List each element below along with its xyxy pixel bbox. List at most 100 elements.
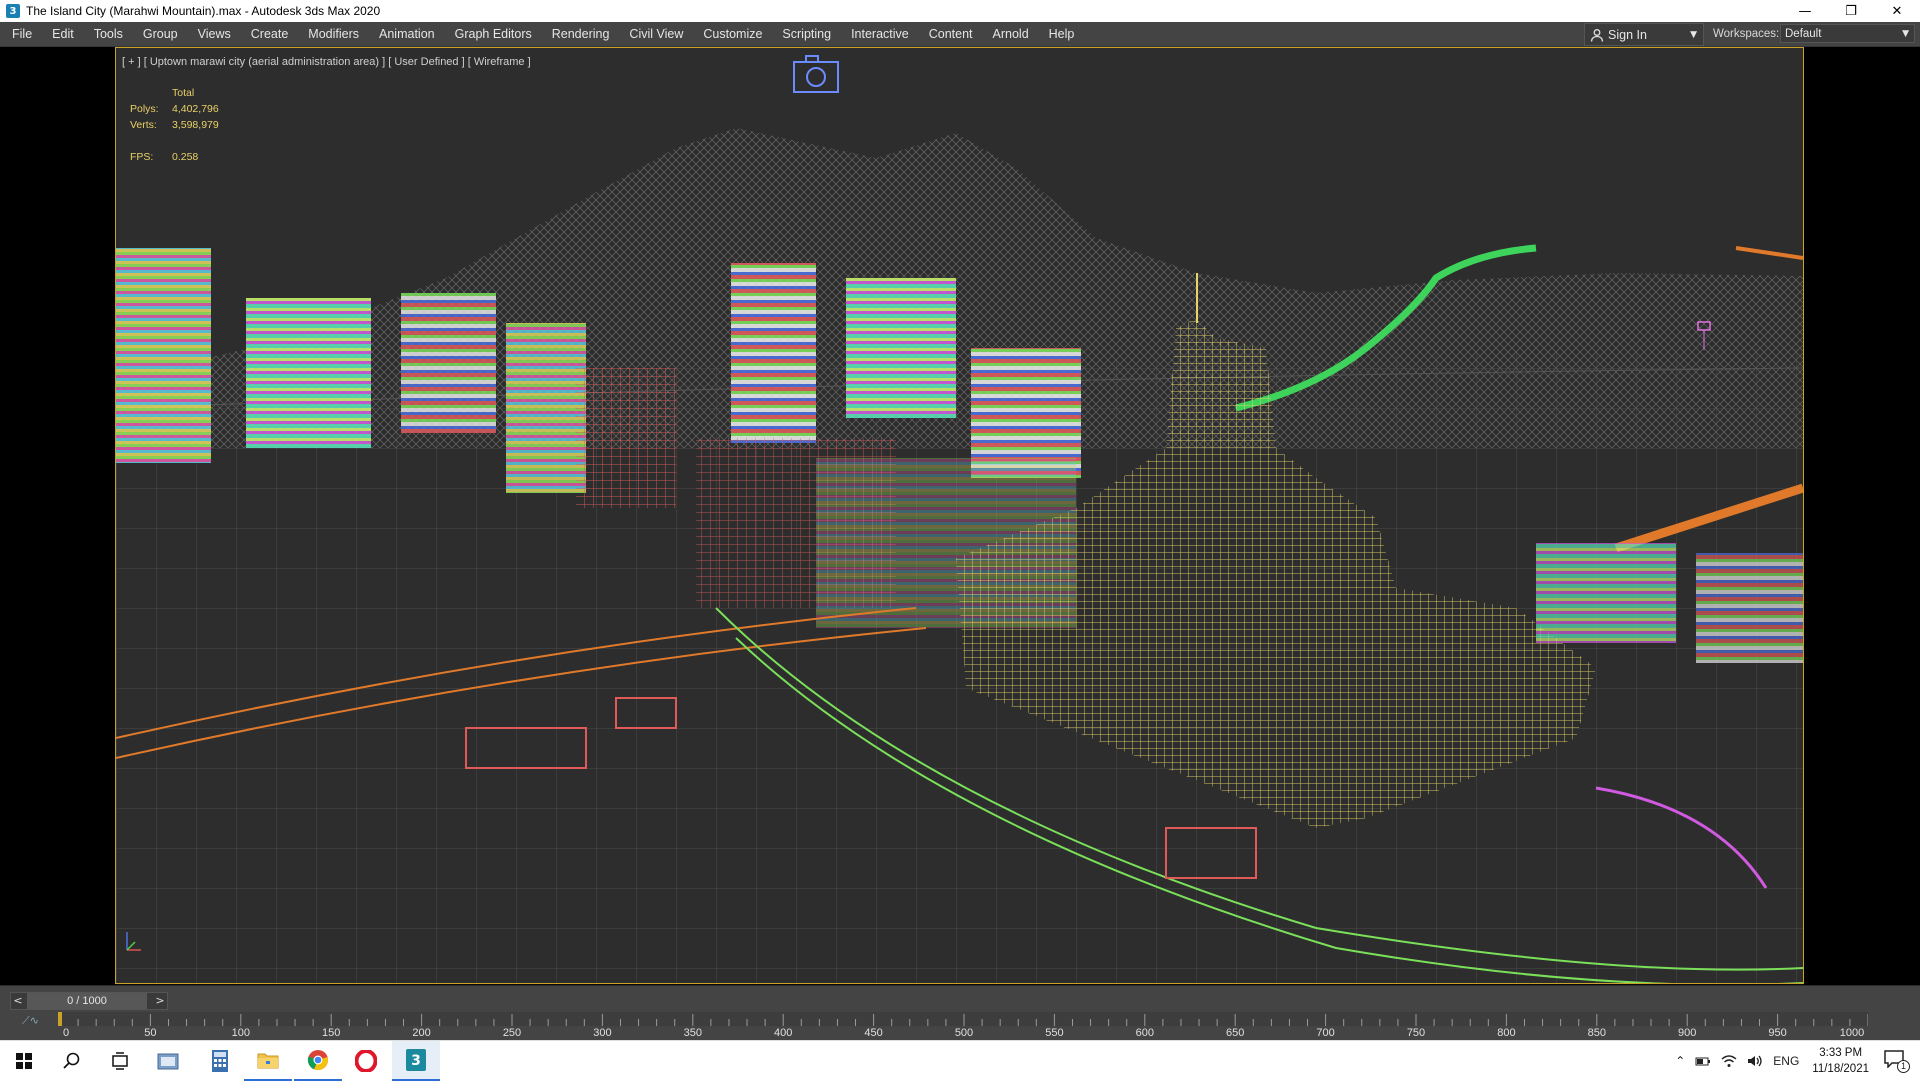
battery-icon[interactable]	[1695, 1055, 1711, 1067]
timeline-tick-label: 350	[684, 1027, 702, 1038]
3dsmax-app-icon[interactable]: 3	[6, 4, 20, 18]
menu-scripting[interactable]: Scripting	[772, 22, 841, 46]
timeline-tick-label: 800	[1497, 1027, 1515, 1038]
close-button[interactable]: ✕	[1874, 0, 1920, 22]
chevron-up-icon[interactable]: ⌃	[1675, 1054, 1685, 1068]
taskbar-app-chrome[interactable]	[294, 1041, 342, 1081]
left-panel	[0, 47, 115, 985]
polys-value: 4,402,796	[172, 103, 219, 115]
menu-edit[interactable]: Edit	[42, 22, 84, 46]
menu-create[interactable]: Create	[241, 22, 299, 46]
menu-content[interactable]: Content	[919, 22, 983, 46]
axis-tripod-icon	[126, 932, 141, 951]
main-area: [ + ] [ Uptown marawi city (aerial admin…	[0, 47, 1920, 985]
file-manager-icon	[157, 1053, 179, 1070]
perspective-viewport[interactable]: [ + ] [ Uptown marawi city (aerial admin…	[115, 47, 1804, 984]
notification-count: 1	[1896, 1060, 1910, 1073]
menu-civil-view[interactable]: Civil View	[619, 22, 693, 46]
right-panel	[1804, 47, 1920, 985]
timeline-panel: < 0 / 1000 > ⟋∿ 0 50 100 150 200 250 300 350 400…	[0, 986, 1920, 1040]
timeline-tick-label: 700	[1316, 1027, 1334, 1038]
restore-button[interactable]: ❐	[1828, 0, 1874, 22]
timeline-tick-label: 650	[1226, 1027, 1244, 1038]
sign-in-label: Sign In	[1608, 27, 1647, 42]
chrome-icon	[307, 1050, 328, 1071]
curve-editor-icon[interactable]: ⟋∿	[22, 1014, 39, 1028]
svg-text:3: 3	[411, 1053, 421, 1069]
current-frame-marker[interactable]	[58, 1012, 62, 1026]
timeline-tick-label: 500	[955, 1027, 973, 1038]
timeline-tick-label: 100	[232, 1027, 250, 1038]
file-explorer-icon	[257, 1053, 279, 1069]
menu-views[interactable]: Views	[188, 22, 241, 46]
timeline-tick-label: 300	[593, 1027, 611, 1038]
task-view-icon	[112, 1052, 128, 1070]
taskbar-app-calculator[interactable]	[196, 1041, 244, 1081]
search-icon	[63, 1052, 80, 1069]
menu-modifiers[interactable]: Modifiers	[298, 22, 369, 46]
3dsmax-icon: 3	[406, 1049, 426, 1071]
volume-icon[interactable]	[1747, 1054, 1763, 1068]
timeline-tick-label: 200	[412, 1027, 430, 1038]
menu-tools[interactable]: Tools	[84, 22, 133, 46]
time-slider-next-button[interactable]: >	[153, 993, 167, 1009]
verts-value: 3,598,979	[172, 119, 219, 131]
user-icon	[1590, 28, 1604, 42]
taskbar-app-file-manager[interactable]	[144, 1041, 192, 1081]
menu-interactive[interactable]: Interactive	[841, 22, 919, 46]
workspaces-value: Default	[1785, 28, 1822, 40]
wifi-icon[interactable]	[1721, 1054, 1737, 1068]
title-bar: 3 The Island City (Marahwi Mountain).max…	[0, 0, 1920, 22]
input-language[interactable]: ENG	[1773, 1054, 1799, 1068]
chevron-down-icon: ▼	[1902, 29, 1909, 39]
chevron-down-icon: ▼	[1690, 29, 1697, 40]
start-icon	[16, 1053, 32, 1069]
minimize-button[interactable]: —	[1782, 0, 1828, 22]
taskbar-app-3dsmax[interactable]: 3	[392, 1041, 440, 1081]
menu-file[interactable]: File	[0, 22, 42, 46]
menu-graph-editors[interactable]: Graph Editors	[445, 22, 542, 46]
task-view-button[interactable]	[96, 1041, 144, 1081]
stats-header: Total	[172, 87, 195, 99]
time-slider[interactable]: < 0 / 1000 >	[10, 992, 168, 1010]
menu-bar: File Edit Tools Group Views Create Modif…	[0, 22, 1920, 47]
menu-animation[interactable]: Animation	[369, 22, 445, 46]
timeline-tick-label: 250	[503, 1027, 521, 1038]
time-slider-prev-button[interactable]: <	[11, 993, 25, 1009]
menu-arnold[interactable]: Arnold	[983, 22, 1039, 46]
track-bar[interactable]: 0 50 100 150 200 250 300 350 400 450 500 550 600 650 7…	[60, 1012, 1868, 1038]
sign-in-button[interactable]: Sign In ▼	[1584, 23, 1704, 46]
workspaces-label: Workspaces:	[1713, 28, 1780, 40]
start-button[interactable]	[0, 1041, 48, 1081]
time-slider-thumb[interactable]: 0 / 1000	[27, 993, 147, 1009]
menu-customize[interactable]: Customize	[693, 22, 772, 46]
timeline-tick-label: 0	[63, 1027, 69, 1038]
menu-group[interactable]: Group	[133, 22, 188, 46]
timeline-tick-label: 1000	[1840, 1027, 1864, 1038]
menu-rendering[interactable]: Rendering	[542, 22, 620, 46]
timeline-tick-label: 150	[322, 1027, 340, 1038]
taskbar-app-file-explorer[interactable]	[244, 1041, 292, 1081]
system-clock[interactable]: 3:33 PM 11/18/2021	[1812, 1045, 1869, 1077]
timeline-tick-label: 550	[1045, 1027, 1063, 1038]
menu-help[interactable]: Help	[1039, 22, 1085, 46]
workspaces-dropdown[interactable]: Default ▼	[1780, 24, 1915, 43]
taskbar-app-opera[interactable]	[342, 1041, 390, 1081]
timeline-tick-label: 900	[1678, 1027, 1696, 1038]
clock-time: 3:33 PM	[1819, 1047, 1863, 1059]
viewport-label[interactable]: [ + ] [ Uptown marawi city (aerial admin…	[122, 56, 531, 68]
opera-icon	[355, 1050, 377, 1072]
wireframe-scene	[116, 48, 1803, 983]
clock-date: 11/18/2021	[1812, 1063, 1869, 1075]
timeline-tick-label: 600	[1136, 1027, 1154, 1038]
calculator-icon	[212, 1050, 228, 1072]
timeline-tick-label: 750	[1407, 1027, 1425, 1038]
timeline-tick-label: 400	[774, 1027, 792, 1038]
timeline-tick-label: 50	[144, 1027, 156, 1038]
verts-label: Verts:	[130, 119, 157, 131]
fps-value: 0.258	[172, 151, 199, 163]
viewport-statistics: Total Polys: 4,402,796 Verts: 3,598,979 FP…	[130, 85, 219, 165]
notification-center-button[interactable]: 1	[1884, 1050, 1910, 1073]
window-title: The Island City (Marahwi Mountain).max -…	[26, 4, 381, 18]
search-button[interactable]	[48, 1041, 96, 1081]
